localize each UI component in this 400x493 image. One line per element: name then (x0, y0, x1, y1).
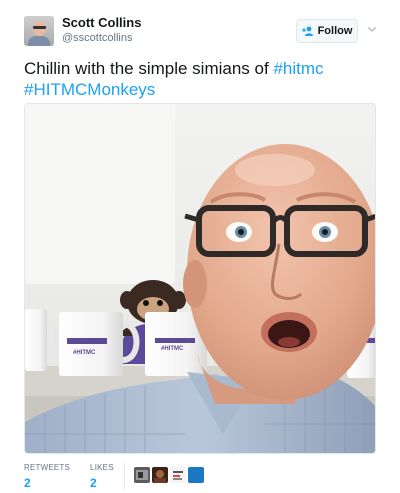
likes-stat[interactable]: LIKES 2 (90, 463, 114, 490)
retweets-stat[interactable]: RETWEETS 2 (24, 463, 70, 490)
mug-print-center: #HITMC (161, 346, 184, 352)
retweets-count: 2 (24, 476, 31, 490)
avatar-glasses (33, 26, 46, 29)
likes-count: 2 (90, 476, 97, 490)
liker-avatar-image (134, 467, 150, 483)
retweets-label: RETWEETS (24, 463, 71, 472)
user-handle[interactable]: @sscottcollins (62, 32, 132, 44)
user-display-name[interactable]: Scott Collins (62, 15, 141, 30)
mug-print-left: #HITMC (73, 350, 96, 356)
liker-avatar[interactable] (170, 467, 186, 483)
follow-button[interactable]: Follow (296, 19, 358, 43)
liker-avatar[interactable] (134, 467, 150, 483)
user-avatar[interactable] (24, 16, 54, 46)
person-add-icon (301, 26, 313, 36)
selfie-image: #HITMC #HITMC (25, 104, 375, 453)
hashtag-link[interactable]: #HITMCMonkeys (24, 80, 155, 99)
likers-avatars (134, 467, 204, 483)
liker-avatar[interactable] (152, 467, 168, 483)
stats-divider (124, 463, 125, 489)
tweet-body: Chillin with the simple simians of (24, 59, 269, 78)
avatar-body (28, 36, 50, 46)
likes-label: LIKES (90, 463, 114, 472)
follow-button-label: Follow (317, 25, 353, 37)
hashtag-link[interactable]: #hitmc (273, 59, 323, 78)
tweet-photo[interactable]: #HITMC #HITMC (24, 103, 376, 454)
liker-avatar-image (188, 467, 204, 483)
liker-avatar-image (152, 467, 168, 483)
chevron-down-icon[interactable] (367, 24, 377, 34)
liker-avatar[interactable] (188, 467, 204, 483)
liker-avatar-image (170, 467, 186, 483)
tweet-stats: RETWEETS 2 LIKES 2 (24, 463, 134, 490)
tweet-card: Scott Collins @sscottcollins Follow Chil… (0, 0, 400, 493)
tweet-text: Chillin with the simple simians of #hitm… (24, 58, 376, 100)
